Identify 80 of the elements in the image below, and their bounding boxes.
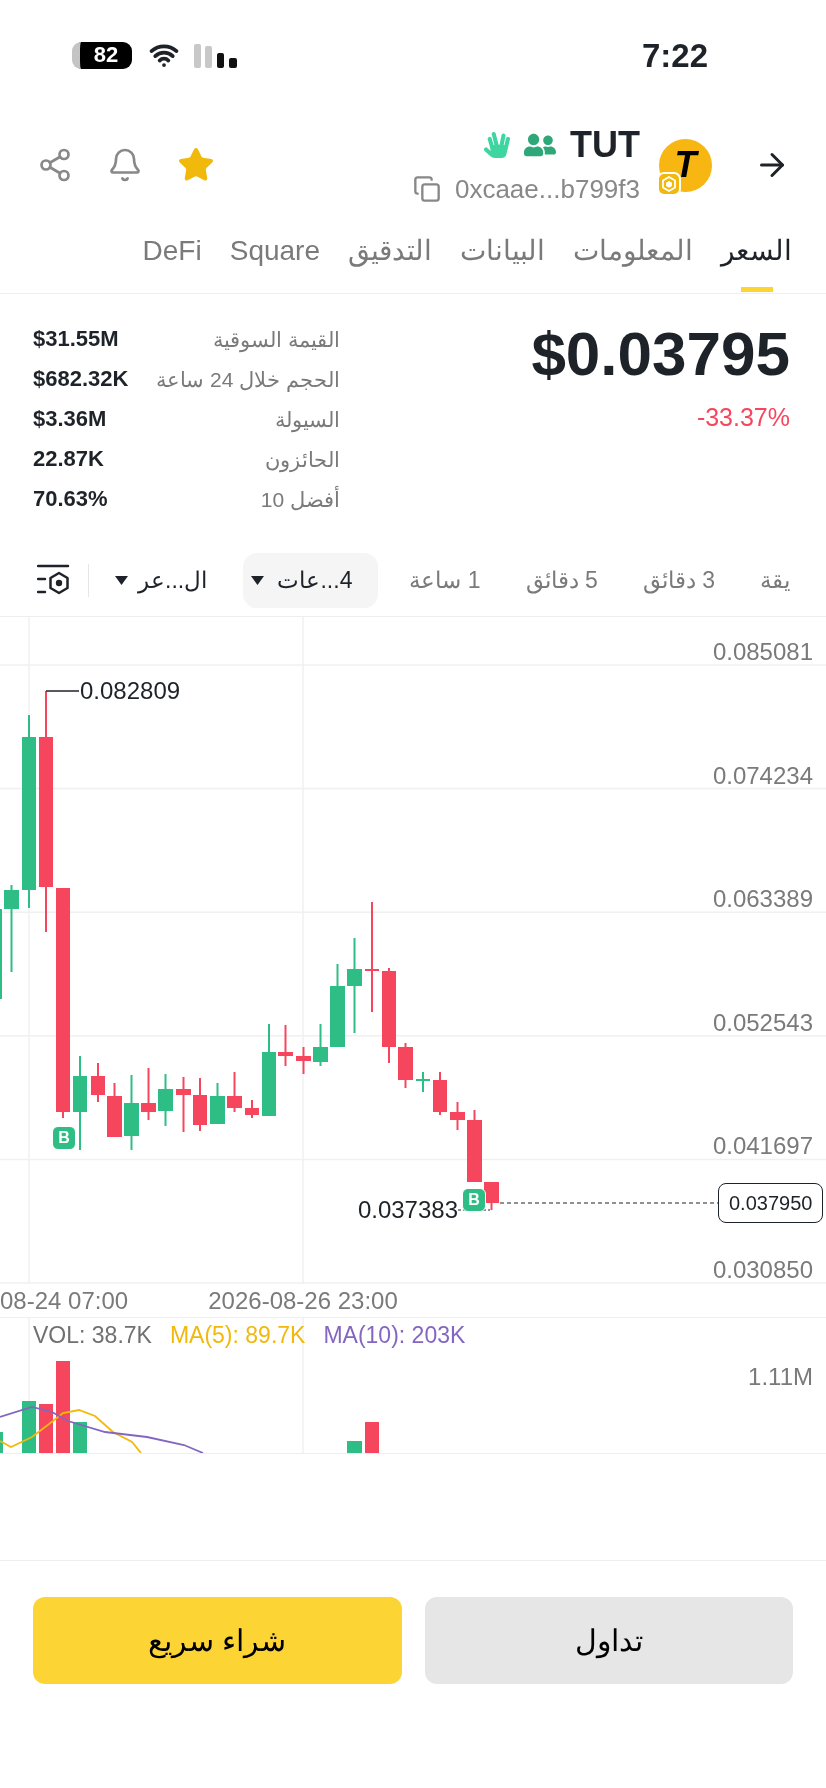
- candle: [450, 1101, 465, 1131]
- token-symbol: TUT: [570, 127, 640, 163]
- token-price: $0.03795: [531, 324, 790, 384]
- current-price-label: 0.037950: [718, 1183, 824, 1223]
- candle: [141, 1067, 156, 1121]
- volume-bar: [73, 1422, 87, 1453]
- price-axis-label: 0.030850: [712, 1256, 813, 1284]
- interval-tab[interactable]: 3 دقائق: [628, 553, 729, 608]
- volume-bar: [0, 1432, 3, 1453]
- time-axis-label: 2026-08-26 23:00: [208, 1287, 398, 1315]
- tab[interactable]: التدقيق: [348, 234, 432, 268]
- action-button[interactable]: تداول: [424, 1597, 793, 1684]
- hand-icon: [484, 131, 510, 159]
- tab[interactable]: السعر: [721, 234, 792, 268]
- price-axis-label: 0.085081: [712, 638, 813, 666]
- stat-label: أفضل 10: [260, 488, 340, 510]
- stat-value: $682.32K: [33, 368, 129, 390]
- chart-type-dropdown[interactable]: ال...عر: [115, 569, 208, 592]
- people-icon: [524, 132, 556, 158]
- legend-label: VOL: 38.7K: [33, 1321, 152, 1350]
- caret-icon: [251, 576, 265, 585]
- tab[interactable]: DeFi: [142, 234, 202, 268]
- candle: [296, 1046, 311, 1075]
- copy-icon[interactable]: [412, 175, 441, 203]
- trade-marker: B: [52, 1126, 76, 1150]
- volume-bar: [22, 1401, 36, 1453]
- tab[interactable]: المعلومات: [573, 234, 693, 268]
- candle: [433, 1071, 447, 1116]
- candle: [278, 1024, 293, 1067]
- volume-bar: [39, 1404, 53, 1453]
- candle: [107, 1082, 122, 1138]
- bell-icon[interactable]: [107, 147, 143, 183]
- legend-label: MA(10): 203K: [323, 1321, 466, 1350]
- candle: [193, 1077, 207, 1132]
- star-icon[interactable]: [177, 146, 215, 184]
- contract-address: 0xcaae...b799f3: [454, 176, 640, 202]
- interval-tab[interactable]: يقة: [746, 553, 804, 608]
- stat-value: 70.63%: [33, 488, 108, 510]
- trade-marker: B: [462, 1188, 486, 1212]
- candle: [227, 1071, 242, 1113]
- stat-value: 22.87K: [33, 448, 104, 470]
- leader-line: [457, 1209, 491, 1211]
- tab[interactable]: البيانات: [460, 234, 545, 268]
- signal-icon: [194, 42, 238, 68]
- candle: [176, 1076, 191, 1133]
- candle: [158, 1073, 173, 1127]
- logo-letter: T: [674, 147, 697, 183]
- leader-line: [45, 690, 80, 692]
- time-axis-label: 08-24 07:00: [0, 1287, 129, 1315]
- volume-bar: [365, 1422, 379, 1453]
- high-price-label: 0.082809: [80, 677, 181, 705]
- volume-bar: [347, 1441, 362, 1453]
- stat-label: الحجم خلال 24 ساعة: [156, 368, 340, 390]
- low-price-label: 0.037383: [357, 1196, 458, 1224]
- share-icon[interactable]: [37, 147, 73, 183]
- interval-tab[interactable]: 4...عات: [243, 553, 379, 608]
- candle: [398, 1042, 413, 1089]
- candle: [210, 1082, 225, 1125]
- candle: [313, 1023, 328, 1067]
- caret-icon: [115, 576, 128, 585]
- price-axis-label: 0.041697: [712, 1132, 813, 1161]
- candle: [91, 1062, 105, 1103]
- stat-value: $3.36M: [33, 408, 107, 430]
- volume-axis-label: 1.11M: [748, 1363, 813, 1391]
- action-button[interactable]: شراء سريع: [33, 1597, 402, 1684]
- legend-label: MA(5): 89.7K: [169, 1321, 306, 1350]
- interval-tab[interactable]: 5 دقائق: [511, 553, 612, 608]
- price-axis-label: 0.063389: [712, 885, 813, 914]
- battery-indicator: 82: [72, 41, 132, 69]
- candle: [245, 1099, 259, 1119]
- interval-tab[interactable]: 1 ساعة: [395, 553, 495, 608]
- price-axis-label: 0.052543: [712, 1008, 813, 1037]
- tab[interactable]: Square: [229, 234, 320, 268]
- tab-indicator: [740, 287, 773, 292]
- price-axis-label: 0.074234: [712, 761, 813, 790]
- candle: [484, 1181, 499, 1211]
- stat-value: $31.55M: [33, 328, 119, 350]
- candle: [416, 1071, 430, 1093]
- price-change: -33.37%: [696, 402, 790, 432]
- clock-time: 7:22: [641, 38, 708, 72]
